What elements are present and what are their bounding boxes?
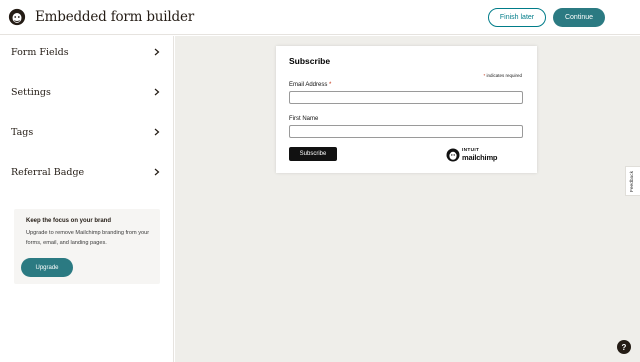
first-name-field[interactable] [289, 125, 523, 138]
upgrade-card: Keep the focus on your brand Upgrade to … [14, 209, 160, 284]
chevron-right-icon [154, 128, 160, 136]
sidebar-item-tags[interactable]: Tags [0, 117, 174, 147]
sidebar-item-label: Settings [11, 86, 51, 98]
required-note: * indicates required [483, 73, 522, 78]
intuit-mailchimp-logo: INTUIT mailchimp [446, 146, 506, 164]
sidebar: Form Fields Settings Tags Referral Badge… [0, 36, 174, 362]
sidebar-item-form-fields[interactable]: Form Fields [0, 37, 174, 67]
first-name-label: First Name [289, 116, 319, 122]
mailchimp-freddie-icon [446, 148, 460, 162]
email-label-text: Email Address [289, 82, 328, 88]
sidebar-item-label: Tags [11, 126, 34, 138]
form-preview-canvas: Subscribe * indicates required Email Add… [175, 36, 640, 362]
feedback-tab[interactable]: Feedback [625, 166, 640, 196]
email-field[interactable] [289, 91, 523, 104]
chevron-right-icon [154, 88, 160, 96]
sidebar-item-settings[interactable]: Settings [0, 77, 174, 107]
subscribe-button[interactable]: Subscribe [289, 147, 337, 161]
required-star: * [329, 82, 332, 88]
chevron-right-icon [154, 168, 160, 176]
email-label: Email Address * [289, 82, 331, 88]
upgrade-card-text: Upgrade to remove Mailchimp branding fro… [26, 230, 150, 246]
upgrade-button[interactable]: Upgrade [21, 258, 73, 277]
help-button[interactable]: ? [617, 340, 631, 354]
upgrade-card-title: Keep the focus on your brand [26, 218, 112, 224]
required-note-text: indicates required [486, 73, 522, 78]
brand-mailchimp-text: mailchimp [462, 153, 498, 162]
continue-button[interactable]: Continue [553, 8, 605, 27]
sidebar-item-label: Referral Badge [11, 166, 85, 178]
required-star: * [483, 73, 486, 78]
chevron-right-icon [154, 48, 160, 56]
finish-later-button[interactable]: Finish later [488, 8, 546, 27]
sidebar-item-label: Form Fields [11, 46, 69, 58]
page-title: Embedded form builder [35, 9, 195, 25]
mailchimp-logo-icon [8, 8, 26, 26]
feedback-label: Feedback [630, 170, 636, 192]
form-title: Subscribe [289, 56, 331, 66]
top-header: Embedded form builder Finish later Conti… [0, 0, 640, 35]
form-preview-card: Subscribe * indicates required Email Add… [276, 46, 537, 173]
sidebar-item-referral-badge[interactable]: Referral Badge [0, 157, 174, 187]
